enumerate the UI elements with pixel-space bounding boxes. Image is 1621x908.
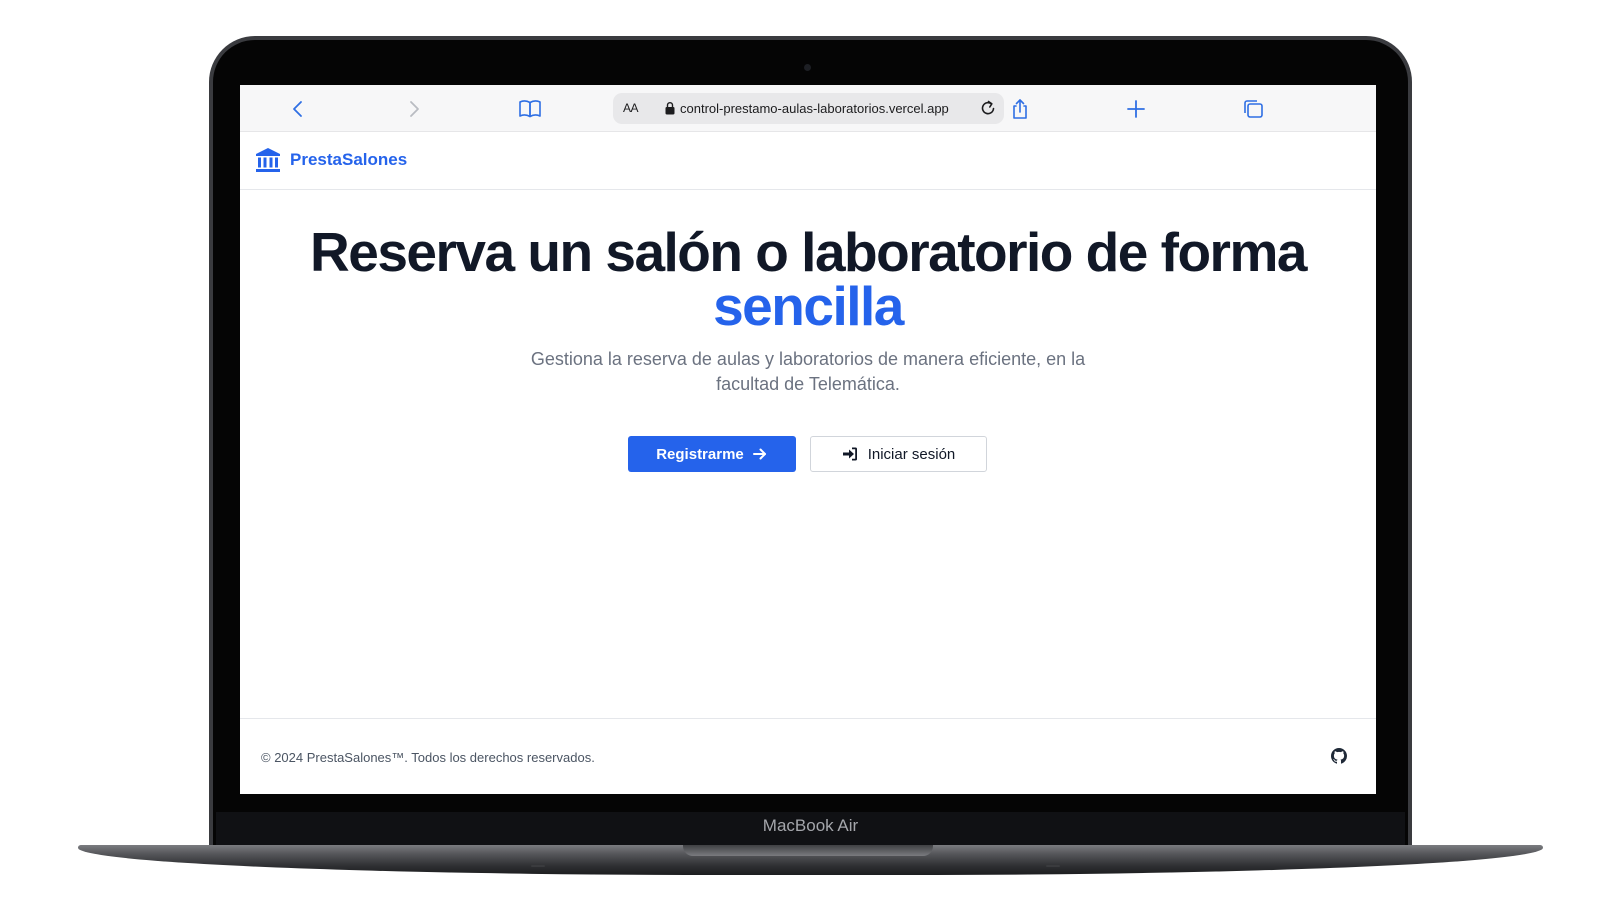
- hero-title: Reserva un salón o laboratorio de forma …: [240, 225, 1376, 334]
- bank-building-icon[interactable]: [254, 146, 282, 174]
- share-icon[interactable]: [1008, 97, 1032, 121]
- url-text: control-prestamo-aulas-laboratorios.verc…: [680, 101, 949, 116]
- copyright-text: © 2024 PrestaSalones™. Todos los derecho…: [261, 750, 595, 765]
- laptop-screen: AA control-prestamo-aulas-laboratorios.v…: [240, 85, 1376, 794]
- reload-icon[interactable]: [978, 98, 998, 118]
- hero-title-main: Reserva un salón o laboratorio de forma: [310, 221, 1307, 283]
- lock-icon: [665, 102, 675, 115]
- laptop-foot: [531, 865, 545, 867]
- login-button-label: Iniciar sesión: [867, 445, 956, 463]
- laptop-model-label: MacBook Air: [762, 816, 859, 835]
- github-icon[interactable]: [1331, 748, 1347, 764]
- hero-subtitle: Gestiona la reserva de aulas y laborator…: [530, 349, 1086, 394]
- browser-toolbar: AA control-prestamo-aulas-laboratorios.v…: [240, 85, 1376, 132]
- site-footer: © 2024 PrestaSalones™. Todos los derecho…: [240, 718, 1376, 794]
- arrow-right-icon: [752, 448, 766, 460]
- sign-in-icon: [842, 447, 857, 461]
- login-button[interactable]: Iniciar sesión: [810, 436, 987, 472]
- tabs-icon[interactable]: [1241, 97, 1265, 121]
- hero-title-accent: sencilla: [713, 275, 904, 337]
- address-bar[interactable]: AA control-prestamo-aulas-laboratorios.v…: [613, 93, 1004, 124]
- text-size-button[interactable]: AA: [623, 101, 639, 115]
- register-button[interactable]: Registrarme: [628, 436, 796, 472]
- laptop-foot: [1046, 865, 1060, 867]
- camera-icon: [804, 64, 811, 71]
- laptop-hinge-notch: [683, 845, 933, 856]
- brand-name[interactable]: PrestaSalones: [290, 150, 407, 170]
- register-button-label: Registrarme: [656, 445, 744, 463]
- book-icon[interactable]: [518, 97, 542, 121]
- plus-icon[interactable]: [1124, 97, 1148, 121]
- chevron-right-icon[interactable]: [402, 97, 426, 121]
- chevron-left-icon[interactable]: [286, 97, 310, 121]
- site-header: PrestaSalones: [240, 133, 1376, 190]
